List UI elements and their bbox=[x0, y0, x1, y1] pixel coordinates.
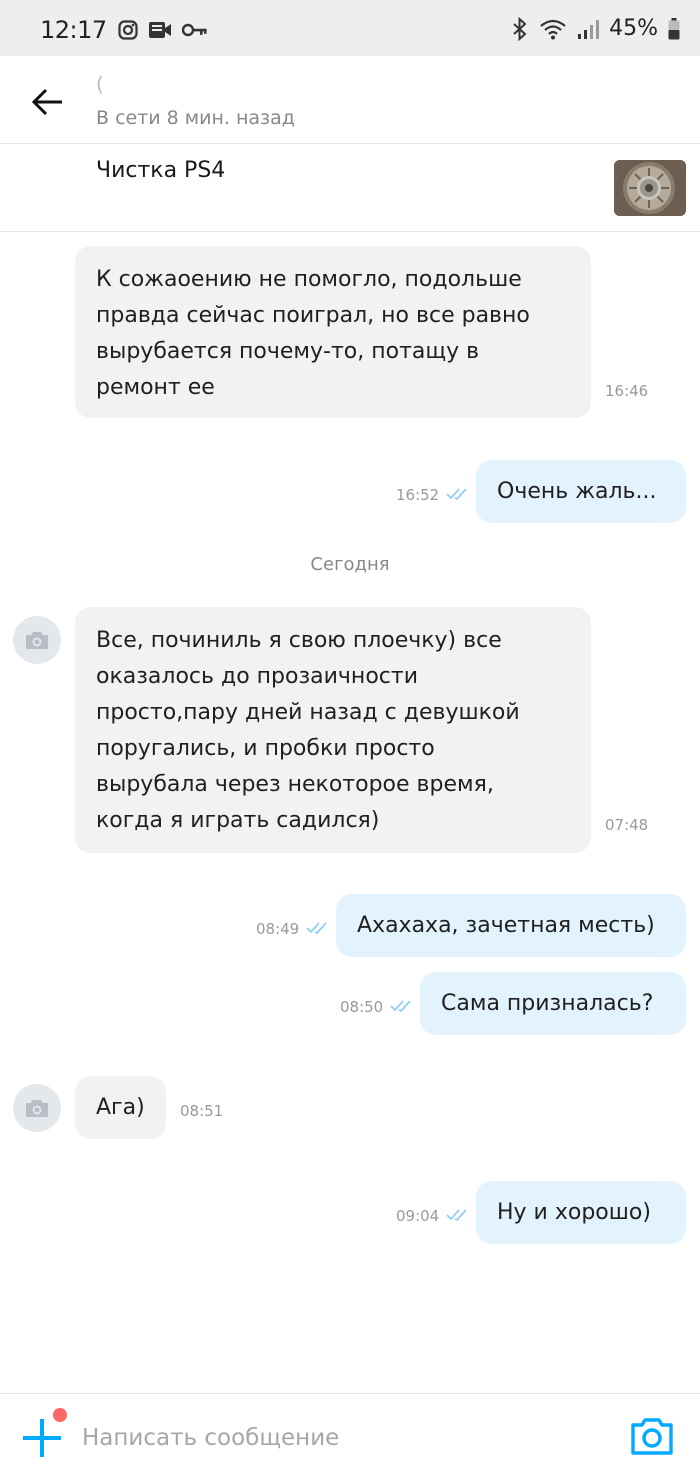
contact-online-status: В сети 8 мин. назад bbox=[96, 107, 295, 129]
status-time: 12:17 bbox=[40, 16, 107, 44]
message-line: К сожаоению не помогло, подольше bbox=[96, 267, 522, 292]
plus-icon[interactable] bbox=[20, 1416, 64, 1460]
message-time: 09:04 bbox=[396, 1207, 440, 1225]
avatar[interactable] bbox=[13, 616, 61, 664]
message-bubble-incoming[interactable]: Все, починиль я свою плоечку) все оказал… bbox=[75, 607, 591, 853]
camera-icon bbox=[26, 1100, 48, 1117]
message-line: правда сейчас поиграл, но все равно bbox=[96, 303, 530, 328]
message-bubble-incoming[interactable]: Ага) bbox=[75, 1076, 166, 1139]
message-line: поругались, и пробки просто bbox=[96, 736, 435, 761]
notification-dot bbox=[53, 1408, 67, 1422]
key-icon bbox=[182, 23, 207, 37]
listing-thumbnail[interactable] bbox=[614, 160, 686, 216]
date-separator: Сегодня bbox=[310, 554, 390, 575]
message-time: 08:49 bbox=[256, 920, 300, 938]
bluetooth-icon bbox=[513, 16, 527, 41]
message-time: 07:48 bbox=[605, 816, 649, 834]
read-checks-icon bbox=[306, 922, 327, 935]
message-time: 08:51 bbox=[180, 1102, 224, 1120]
wifi-icon bbox=[540, 19, 566, 39]
back-arrow-icon[interactable] bbox=[30, 84, 66, 120]
camera-icon bbox=[26, 632, 48, 649]
listing-title[interactable]: Чистка PS4 bbox=[96, 158, 225, 183]
message-composer bbox=[0, 1393, 700, 1477]
message-text: Ну и хорошо) bbox=[497, 1200, 651, 1225]
read-checks-icon bbox=[446, 488, 467, 501]
chat-screen: 12:17 45% ( В сети 8 мин. назад Чистка P… bbox=[0, 0, 700, 1477]
message-text: Ахахаха, зачетная месть) bbox=[357, 913, 655, 938]
listing-card[interactable]: Чистка PS4 bbox=[0, 144, 700, 232]
message-time: 16:52 bbox=[396, 486, 440, 504]
message-input[interactable] bbox=[82, 1420, 602, 1456]
message-bubble-outgoing[interactable]: Сама призналась? bbox=[420, 972, 686, 1035]
contact-name[interactable]: ( bbox=[96, 72, 104, 96]
message-line: просто,пару дней назад с девушкой bbox=[96, 700, 520, 725]
read-checks-icon bbox=[446, 1209, 467, 1222]
message-bubble-incoming[interactable]: К сожаоению не помогло, подольше правда … bbox=[75, 246, 591, 418]
message-line: когда я играть садился) bbox=[96, 808, 380, 833]
message-text: Ага) bbox=[96, 1095, 145, 1120]
message-bubble-outgoing[interactable]: Ну и хорошо) bbox=[476, 1181, 686, 1244]
message-line: вырубается почему-то, потащу в bbox=[96, 339, 480, 364]
message-line: ремонт ее bbox=[96, 375, 215, 400]
message-text: Сама призналась? bbox=[441, 991, 654, 1016]
signal-icon bbox=[578, 19, 600, 39]
message-time: 08:50 bbox=[340, 998, 384, 1016]
message-line: вырубала через некоторое время, bbox=[96, 772, 494, 797]
instagram-icon bbox=[118, 20, 138, 40]
avatar[interactable] bbox=[13, 1084, 61, 1132]
battery-percent: 45% bbox=[609, 16, 658, 41]
message-text: Очень жаль... bbox=[497, 479, 657, 504]
status-bar: 12:17 45% bbox=[0, 0, 700, 56]
read-checks-icon bbox=[390, 1000, 411, 1013]
message-bubble-outgoing[interactable]: Очень жаль... bbox=[476, 460, 686, 523]
chat-header: ( В сети 8 мин. назад bbox=[0, 56, 700, 144]
ps4-fan-image-icon bbox=[614, 160, 686, 216]
message-icon bbox=[149, 22, 171, 38]
message-line: Все, починиль я свою плоечку) все bbox=[96, 628, 502, 653]
camera-icon[interactable] bbox=[630, 1416, 674, 1456]
message-time: 16:46 bbox=[605, 382, 649, 400]
message-line: оказалось до прозаичности bbox=[96, 664, 418, 689]
battery-icon bbox=[668, 17, 680, 39]
message-bubble-outgoing[interactable]: Ахахаха, зачетная месть) bbox=[336, 894, 686, 957]
